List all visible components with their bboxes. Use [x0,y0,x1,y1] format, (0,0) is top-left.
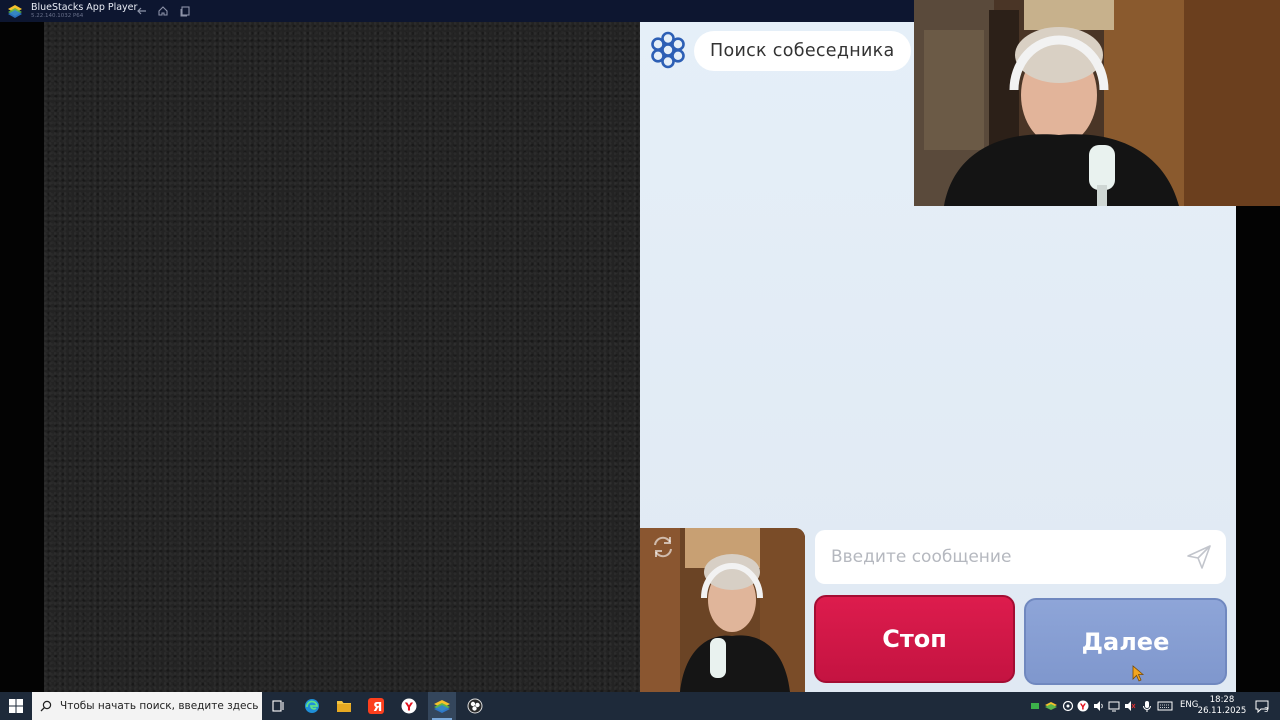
svg-text:Y: Y [1079,703,1086,712]
home-icon[interactable] [155,3,171,19]
app-title: BlueStacks App Player [31,2,138,13]
mouse-cursor-icon [1132,665,1146,683]
taskbar-clock[interactable]: 18:28 26.11.2025 [1196,695,1248,717]
svg-text:Y: Y [404,701,414,714]
bluestacks-logo-icon [7,3,23,19]
search-status-badge: Поиск собеседника [694,31,911,71]
send-icon[interactable] [1186,544,1212,570]
file-explorer-icon[interactable] [331,692,357,720]
stop-button[interactable]: Стоп [814,595,1015,683]
windows-taskbar: Чтобы начать поиск, введите здесь запрос… [0,692,1280,720]
edge-browser-icon[interactable] [299,692,325,720]
notifications-icon[interactable]: 3 [1252,692,1272,720]
yandex-browser-icon[interactable]: Y [396,692,422,720]
letterbox-right [1236,206,1280,692]
yandex-app-icon[interactable]: Я [363,692,389,720]
bluestacks-title-bar: BlueStacks App Player 5.22.140.1032 P64 [0,0,914,22]
obs-icon[interactable] [461,692,489,720]
recent-apps-icon[interactable] [177,3,193,19]
taskbar-search-placeholder: Чтобы начать поиск, введите здесь запрос [60,700,262,712]
volume-icon[interactable] [1093,692,1105,720]
stranger-video [44,22,640,692]
windows-start-icon[interactable] [0,692,32,720]
letterbox-left [0,22,44,692]
task-view-icon[interactable] [266,692,290,720]
switch-camera-icon[interactable] [648,532,678,562]
screen: BlueStacks App Player 5.22.140.1032 P64 [0,0,1280,720]
network-icon[interactable] [1108,692,1122,720]
speaker-muted-icon[interactable] [1124,692,1136,720]
tray-yandex-icon[interactable]: Y [1077,692,1089,720]
microphone-icon[interactable] [1142,692,1152,720]
app-logo-icon [649,31,687,69]
message-input[interactable] [831,530,1171,584]
tray-settings-icon[interactable] [1062,692,1074,720]
keyboard-icon[interactable] [1157,692,1173,720]
taskbar-search-box[interactable]: Чтобы начать поиск, введите здесь запрос [32,692,262,720]
tray-icon-green[interactable] [1030,692,1040,720]
back-arrow-icon[interactable] [134,3,150,19]
app-version: 5.22.140.1032 P64 [31,13,84,19]
next-button[interactable]: Далее [1024,598,1227,685]
search-icon [40,700,52,712]
streamer-webcam [914,0,1280,206]
clock-time: 18:28 [1209,695,1235,705]
clock-date: 26.11.2025 [1197,706,1247,716]
bluestacks-taskbar-icon[interactable] [428,692,456,720]
tray-bluestacks-icon[interactable] [1045,692,1057,720]
svg-text:Я: Я [373,700,382,714]
notification-count: 3 [1264,706,1269,714]
message-box [815,530,1226,584]
